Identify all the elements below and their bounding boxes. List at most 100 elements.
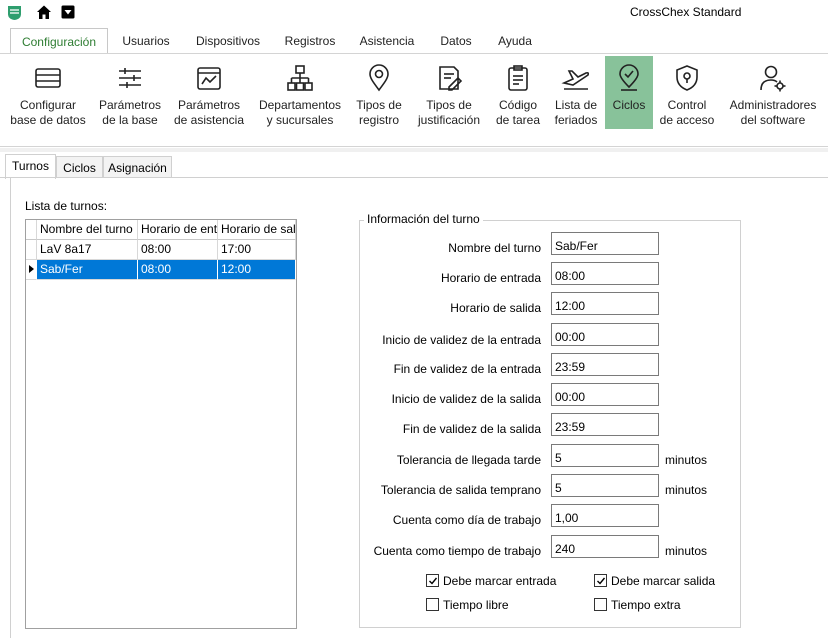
shift-grid[interactable]: Nombre del turno Horario de ent Horario … [25,219,297,629]
tab-asignacion[interactable]: Asignación [103,156,172,178]
entry-validity-start-label: Inicio de validez de la entrada [382,333,541,347]
ribbon-toolbar: Configurar base de datos Parámetros de l… [0,54,828,146]
exit-validity-end-label: Fin de validez de la salida [402,422,541,436]
worktime-count-label: Cuenta como tiempo de trabajo [373,544,541,558]
title-bar: CrossChex Standard [0,0,828,26]
entry-validity-start-field[interactable] [551,323,659,346]
departments-label: Departamentos y sucursales [258,98,342,127]
tab-datos[interactable]: Datos [432,28,480,54]
tab-dispositivos[interactable]: Dispositivos [188,28,268,54]
location-pin-icon [369,64,389,92]
cell-exit-time[interactable]: 17:00 [218,240,296,260]
checkmark-icon [429,577,438,585]
org-chart-icon [287,65,313,91]
ribbon-bottom-border [0,146,828,147]
attendance-parameters-button[interactable]: Parámetros de asistencia [170,56,248,129]
task-code-button[interactable]: Código de tarea [490,56,546,129]
cell-entry-time[interactable]: 08:00 [138,240,218,260]
cell-shift-name[interactable]: Sab/Fer [37,260,138,280]
column-header-name[interactable]: Nombre del turno [37,220,138,240]
worktime-count-field[interactable] [551,535,659,558]
holidays-list-label: Lista de feriados [554,98,598,127]
configure-database-label: Configurar base de datos [10,98,86,127]
document-edit-icon [439,66,463,91]
exit-time-field[interactable] [551,292,659,315]
exit-validity-start-label: Inicio de validez de la salida [391,392,541,406]
entry-validity-end-label: Fin de validez de la entrada [393,362,541,376]
workday-count-field[interactable] [551,504,659,527]
shield-lock-icon [676,65,698,91]
entry-time-label: Horario de entrada [440,271,541,285]
must-clock-out-label: Debe marcar salida [611,574,716,588]
tab-configuracion[interactable]: Configuración [10,28,108,55]
row-header[interactable] [26,240,37,260]
database-config-icon [35,68,61,88]
record-types-button[interactable]: Tipos de registro [350,56,408,129]
checkbox-box[interactable] [426,598,439,611]
checkbox-box[interactable] [426,574,439,587]
checkmark-icon [597,577,606,585]
row-header[interactable] [26,260,37,280]
content-left-border [10,178,11,638]
free-time-label: Tiempo libre [443,598,509,612]
user-gear-icon [760,65,786,92]
early-exit-tolerance-field[interactable] [551,474,659,497]
late-tolerance-label: Tolerancia de llegada tarde [396,453,541,467]
tab-turnos[interactable]: Turnos [5,154,56,179]
row-header-corner [26,220,37,240]
current-row-pointer-icon [29,265,34,273]
justification-types-label: Tipos de justificación [417,98,481,127]
software-admins-label: Administradores del software [729,98,817,127]
cycles-label: Ciclos [612,98,646,112]
checkbox-box[interactable] [594,598,607,611]
shift-info-title: Información del turno [364,212,483,226]
sub-tab-divider [0,177,828,178]
attendance-parameters-label: Parámetros de asistencia [173,98,245,127]
holidays-list-button[interactable]: Lista de feriados [548,56,604,129]
table-row[interactable]: LaV 8a17 08:00 17:00 [26,240,296,260]
ribbon-tab-bar: Configuración Usuarios Dispositivos Regi… [0,26,828,55]
cycles-button[interactable]: Ciclos [605,56,653,129]
clipboard-icon [508,65,528,91]
late-tolerance-unit: minutos [665,453,708,467]
tab-registros[interactable]: Registros [277,28,343,54]
exit-validity-end-field[interactable] [551,413,659,436]
ribbon-bottom-band [0,148,828,152]
tab-asistencia[interactable]: Asistencia [353,28,421,54]
airplane-icon [561,70,590,90]
dropdown-menu-icon[interactable] [61,5,75,19]
entry-validity-end-field[interactable] [551,353,659,376]
cell-exit-time[interactable]: 12:00 [218,260,296,280]
late-tolerance-field[interactable] [551,444,659,467]
workday-count-label: Cuenta como día de trabajo [392,513,541,527]
shift-name-field[interactable] [551,232,659,255]
software-admins-button[interactable]: Administradores del software [722,56,824,129]
departments-button[interactable]: Departamentos y sucursales [252,56,348,129]
entry-time-field[interactable] [551,262,659,285]
app-title: CrossChex Standard [630,5,742,19]
home-icon[interactable] [36,4,52,20]
shift-name-label: Nombre del turno [448,241,541,255]
shift-list-label: Lista de turnos: [25,199,108,213]
early-exit-tolerance-unit: minutos [665,483,708,497]
justification-types-button[interactable]: Tipos de justificación [412,56,486,129]
checkbox-box[interactable] [594,574,607,587]
tab-ciclos[interactable]: Ciclos [56,156,103,178]
app-logo-icon [8,6,21,20]
column-header-exit[interactable]: Horario de sal [218,220,296,240]
cell-shift-name[interactable]: LaV 8a17 [37,240,138,260]
cell-entry-time[interactable]: 08:00 [138,260,218,280]
tab-usuarios[interactable]: Usuarios [114,28,178,54]
column-header-entry[interactable]: Horario de ent [138,220,218,240]
exit-validity-start-field[interactable] [551,383,659,406]
exit-time-label: Horario de salida [450,301,541,315]
base-parameters-button[interactable]: Parámetros de la base [92,56,168,129]
overtime-label: Tiempo extra [611,598,681,612]
access-control-label: Control de acceso [659,98,715,127]
early-exit-tolerance-label: Tolerancia de salida temprano [380,483,541,497]
must-clock-in-label: Debe marcar entrada [443,574,557,588]
tab-ayuda[interactable]: Ayuda [490,28,540,54]
table-row-selected[interactable]: Sab/Fer 08:00 12:00 [26,260,296,280]
access-control-button[interactable]: Control de acceso [656,56,718,129]
configure-database-button[interactable]: Configurar base de datos [4,56,92,129]
